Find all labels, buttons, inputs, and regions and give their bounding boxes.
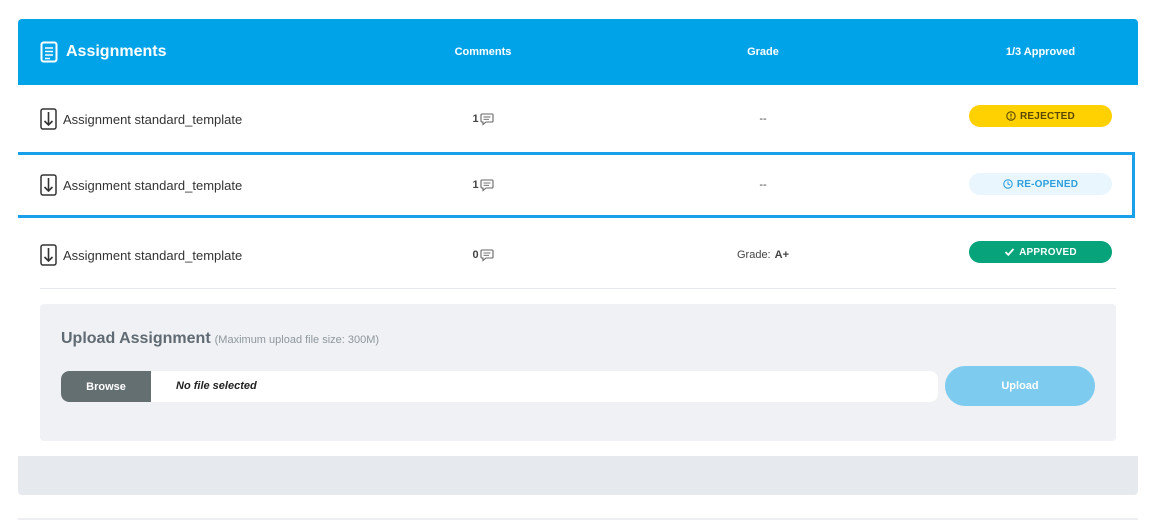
assignment-name[interactable]: Assignment standard_template — [63, 112, 242, 127]
page-divider — [18, 518, 1138, 520]
comment-count-cell[interactable]: 0 — [438, 221, 528, 289]
grade-value: A+ — [774, 249, 789, 261]
assignments-header: Assignments Comments Grade 1/3 Approved — [18, 19, 1138, 85]
upload-button[interactable]: Upload — [945, 366, 1095, 406]
assignment-row[interactable]: Assignment standard_template 1 -- REJECT… — [18, 85, 1138, 153]
check-icon — [1004, 248, 1015, 257]
grade-label: -- — [759, 113, 767, 125]
upload-title-group: Upload Assignment (Maximum upload file si… — [61, 330, 379, 348]
comment-icon[interactable] — [480, 112, 494, 126]
status-badge-reopened: RE-OPENED — [969, 173, 1112, 195]
browse-button[interactable]: Browse — [61, 371, 151, 402]
assignment-name-cell[interactable]: Assignment standard_template — [40, 221, 242, 289]
status-badge-rejected: REJECTED — [969, 105, 1112, 127]
upload-panel: Upload Assignment (Maximum upload file si… — [40, 304, 1116, 441]
grade-cell: Grade: A+ — [708, 221, 818, 289]
grade-cell: -- — [708, 85, 818, 153]
comment-count-cell[interactable]: 1 — [438, 155, 528, 215]
status-text: APPROVED — [1019, 246, 1077, 258]
grade-label: -- — [759, 179, 767, 191]
column-header-comments: Comments — [454, 46, 512, 58]
column-header-approved-count: 1/3 Approved — [1005, 46, 1076, 58]
page-title: Assignments — [66, 43, 167, 60]
download-file-icon[interactable] — [40, 174, 57, 196]
status-text: REJECTED — [1020, 110, 1075, 122]
comment-count: 1 — [472, 113, 479, 125]
header-title-group: Assignments — [40, 19, 166, 85]
document-icon — [40, 41, 58, 63]
upload-size-note: (Maximum upload file size: 300M) — [214, 334, 380, 346]
comment-count-cell[interactable]: 1 — [438, 85, 528, 153]
assignment-name-cell[interactable]: Assignment standard_template — [40, 85, 242, 153]
assignment-name-cell[interactable]: Assignment standard_template — [40, 155, 242, 215]
status-badge-approved: APPROVED — [969, 241, 1112, 263]
file-input[interactable]: Browse No file selected — [61, 371, 938, 402]
comment-icon[interactable] — [480, 248, 494, 262]
comment-icon[interactable] — [480, 178, 494, 192]
column-header-grade: Grade — [747, 46, 779, 58]
download-file-icon[interactable] — [40, 244, 57, 266]
clock-icon — [1003, 179, 1013, 189]
comment-count: 0 — [472, 249, 479, 261]
assignment-row-selected[interactable]: Assignment standard_template 1 -- RE-OPE… — [18, 152, 1135, 218]
alert-icon — [1006, 111, 1016, 121]
row-divider — [40, 288, 1116, 289]
grade-label: Grade: — [736, 249, 771, 261]
assignments-card: Assignments Comments Grade 1/3 Approved … — [18, 19, 1138, 495]
assignment-name[interactable]: Assignment standard_template — [63, 248, 242, 263]
download-file-icon[interactable] — [40, 108, 57, 130]
assignment-name[interactable]: Assignment standard_template — [63, 178, 242, 193]
selected-file-name: No file selected — [176, 380, 257, 392]
assignments-body: Assignment standard_template 1 -- REJECT… — [18, 85, 1138, 456]
comment-count: 1 — [472, 179, 479, 191]
grade-cell: -- — [708, 155, 818, 215]
assignment-row[interactable]: Assignment standard_template 0 Grade: A+… — [18, 221, 1138, 289]
status-text: RE-OPENED — [1016, 178, 1079, 190]
upload-title: Upload Assignment — [61, 330, 211, 347]
